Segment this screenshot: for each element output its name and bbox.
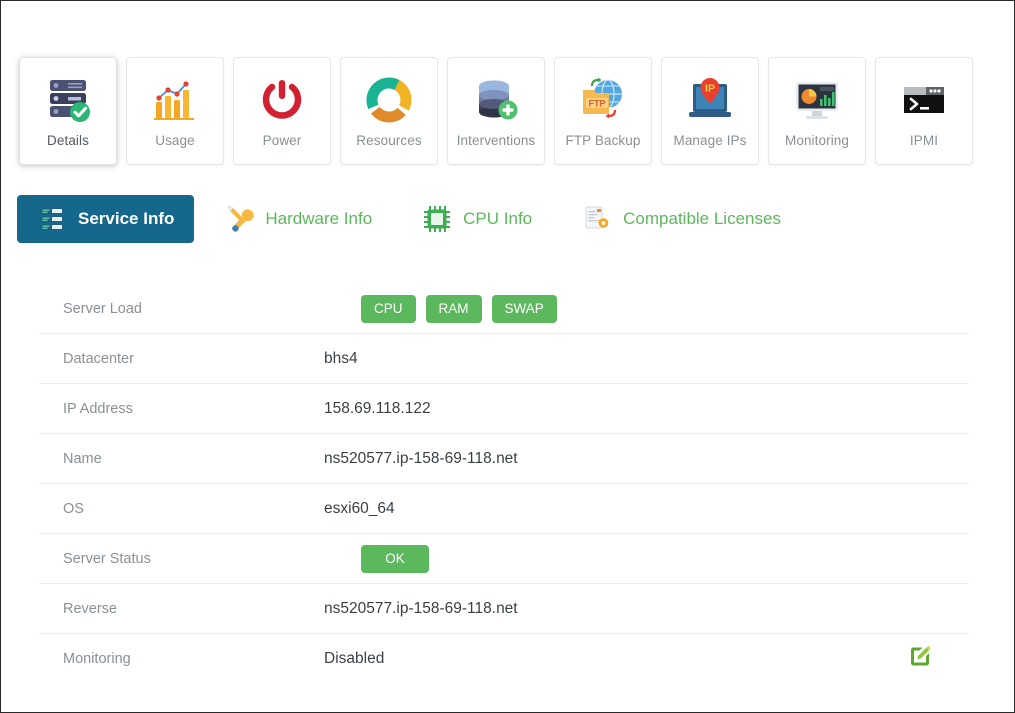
- row-label: Reverse: [63, 600, 117, 617]
- row-label: Datacenter: [63, 350, 134, 367]
- row-value: OK: [324, 544, 439, 573]
- table-row: OS esxi60_64: [39, 484, 969, 534]
- subtab-label: CPU Info: [463, 209, 533, 228]
- tab-resources[interactable]: Resources: [340, 57, 438, 165]
- row-value: ns520577.ip-158-69-118.net: [324, 599, 518, 617]
- ip-pin-laptop-icon: IP: [686, 72, 734, 128]
- row-label: Server Load: [63, 300, 142, 317]
- donut-chart-icon: [365, 72, 413, 128]
- server-load-swap-button[interactable]: SWAP: [491, 294, 557, 323]
- tab-power[interactable]: Power: [233, 57, 331, 165]
- row-value: CPU RAM SWAP: [324, 294, 567, 323]
- subtab-label: Compatible Licenses: [623, 209, 781, 228]
- tab-label: Monitoring: [784, 133, 850, 148]
- row-value: 158.69.118.122: [324, 399, 431, 417]
- subtab-label: Hardware Info: [265, 209, 373, 228]
- row-label: OS: [63, 500, 84, 517]
- cpu-chip-icon: [422, 204, 452, 234]
- ftp-folder-globe-icon: FTP: [578, 72, 628, 128]
- svg-text:IP: IP: [705, 83, 715, 95]
- server-details-panel: Details Usage Power Resources Interventi…: [0, 0, 1015, 713]
- tab-label: Details: [47, 133, 89, 148]
- table-row: Datacenter bhs4: [39, 334, 969, 384]
- status-badge: OK: [361, 544, 429, 573]
- table-row: Server Load CPU RAM SWAP: [39, 284, 969, 334]
- tab-label: IPMI: [909, 133, 939, 148]
- tab-label: Resources: [356, 133, 422, 148]
- edit-monitoring-button[interactable]: [909, 646, 931, 673]
- bar-chart-trend-icon: [150, 72, 200, 128]
- table-row: Monitoring Disabled: [39, 634, 969, 684]
- table-row: Server Status OK: [39, 534, 969, 584]
- subtab-cpu-info[interactable]: CPU Info: [402, 195, 552, 243]
- server-load-cpu-button[interactable]: CPU: [361, 294, 416, 323]
- primary-tab-strip: Details Usage Power Resources Interventi…: [19, 57, 973, 165]
- row-label: IP Address: [63, 400, 133, 417]
- tab-interventions[interactable]: Interventions: [447, 57, 545, 165]
- tab-label: Usage: [155, 133, 195, 148]
- tab-ipmi[interactable]: IPMI: [875, 57, 973, 165]
- table-row: Name ns520577.ip-158-69-118.net: [39, 434, 969, 484]
- tab-manage-ips[interactable]: IP Manage IPs: [661, 57, 759, 165]
- table-row: IP Address 158.69.118.122: [39, 384, 969, 434]
- document-gear-icon: [582, 204, 612, 234]
- server-load-ram-button[interactable]: RAM: [425, 294, 482, 323]
- subtab-compatible-licenses[interactable]: Compatible Licenses: [562, 195, 801, 243]
- tab-ftp-backup[interactable]: FTP FTP Backup: [554, 57, 652, 165]
- table-row: Reverse ns520577.ip-158-69-118.net: [39, 584, 969, 634]
- wrench-screwdriver-icon: [224, 204, 255, 234]
- tab-label: Interventions: [456, 133, 536, 148]
- row-value: Disabled: [324, 650, 385, 667]
- row-value: esxi60_64: [324, 499, 395, 517]
- subtab-hardware-info[interactable]: Hardware Info: [204, 195, 392, 243]
- tab-label: Power: [262, 133, 302, 148]
- database-plus-icon: [472, 72, 520, 128]
- tab-usage[interactable]: Usage: [126, 57, 224, 165]
- row-value: bhs4: [324, 349, 358, 367]
- tab-details[interactable]: Details: [19, 57, 117, 165]
- row-label: Server Status: [63, 550, 151, 567]
- service-info-table: Server Load CPU RAM SWAP Datacenter bhs4…: [39, 284, 969, 684]
- tab-label: FTP Backup: [565, 133, 641, 148]
- secondary-tab-strip: Service Info Hardware Info CPU Info Comp…: [17, 195, 811, 243]
- edit-pencil-icon: [909, 646, 931, 673]
- tab-label: Manage IPs: [673, 133, 747, 148]
- tab-monitoring[interactable]: Monitoring: [768, 57, 866, 165]
- power-button-icon: [258, 72, 306, 128]
- server-info-icon: [37, 204, 67, 234]
- row-label: Monitoring: [63, 651, 131, 667]
- terminal-console-icon: [899, 72, 949, 128]
- row-label: Name: [63, 450, 102, 467]
- subtab-label: Service Info: [78, 209, 175, 228]
- svg-text:FTP: FTP: [589, 99, 606, 109]
- subtab-service-info[interactable]: Service Info: [17, 195, 195, 243]
- monitor-charts-icon: [792, 72, 842, 128]
- server-rack-check-icon: [42, 72, 94, 128]
- row-value: ns520577.ip-158-69-118.net: [324, 449, 518, 467]
